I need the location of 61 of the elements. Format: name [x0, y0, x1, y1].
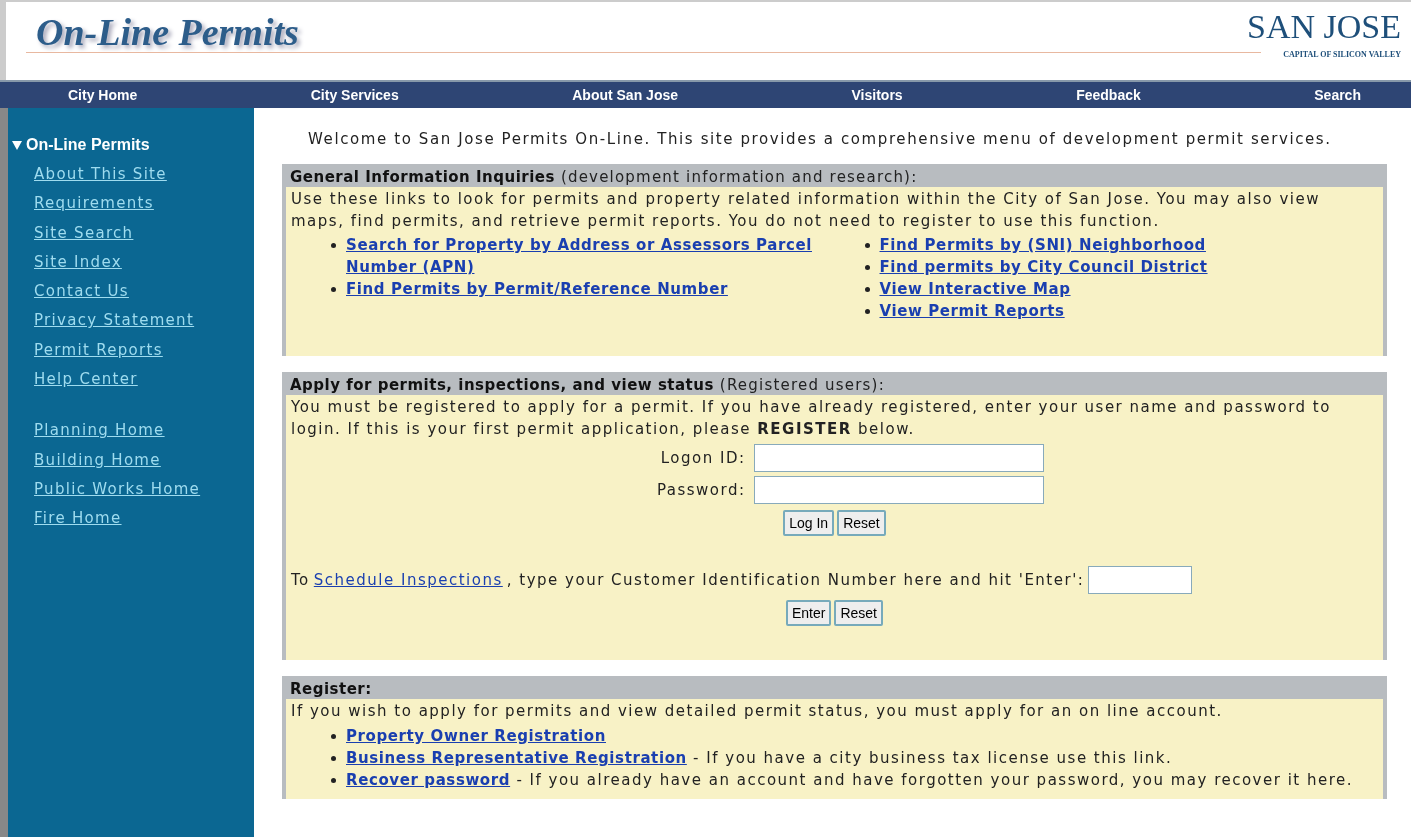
- nav-link[interactable]: About San Jose: [572, 87, 678, 103]
- sidebar-link[interactable]: Contact Us: [34, 277, 129, 307]
- sidebar-link[interactable]: Fire Home: [34, 504, 122, 534]
- sidebar-link[interactable]: Help Center: [34, 365, 138, 395]
- link[interactable]: Find permits by City Council District: [879, 256, 1208, 278]
- page-title: On-Line Permits: [36, 10, 299, 54]
- bullet-icon: [864, 265, 870, 270]
- link-note: - If you have a city business tax license use this link.: [693, 749, 1173, 767]
- sidebar-link[interactable]: Requirements: [34, 189, 154, 219]
- link[interactable]: Find Permits by (SNI) Neighborhood: [879, 234, 1206, 256]
- bullet-icon: [331, 756, 336, 761]
- bullet-icon: [331, 287, 336, 292]
- bullet-icon: [331, 734, 336, 739]
- link[interactable]: Schedule Inspections: [313, 569, 503, 591]
- sidebar-link[interactable]: Planning Home: [34, 416, 165, 446]
- bullet-icon: [331, 778, 336, 783]
- sidebar-link[interactable]: Public Works Home: [34, 474, 201, 505]
- welcome-text: Welcome to San Jose Permits On-Line. This site provides a comprehensive menu of development permit services.: [308, 130, 1333, 148]
- sched-text: To: [291, 570, 310, 591]
- section-description: Use these links to look for permits and property related information within the City of San Jose. You may also view maps, find permits, and retrieve permit reports. You do not need to register to use this function.: [291, 189, 1321, 232]
- logo-tagline: CAPITAL OF SILICON VALLEY: [1283, 50, 1401, 59]
- sidebar-link[interactable]: Site Search: [34, 218, 134, 248]
- sched-text: , type your Customer Identification Number here and hit 'Enter':: [506, 570, 1085, 591]
- sidebar-link[interactable]: Site Index: [34, 247, 122, 278]
- link[interactable]: View Interactive Map: [879, 278, 1071, 300]
- form-button[interactable]: Reset: [837, 510, 886, 536]
- sidebar-link[interactable]: Permit Reports: [34, 335, 163, 366]
- link[interactable]: Property Owner Registration: [346, 727, 606, 745]
- nav-link[interactable]: Visitors: [851, 87, 903, 103]
- link[interactable]: View Permit Reports: [879, 300, 1065, 322]
- bullet-icon: [864, 287, 870, 292]
- form-button[interactable]: Log In: [783, 510, 835, 536]
- bullet-icon: [864, 309, 870, 314]
- input-field[interactable]: [753, 444, 1044, 472]
- nav-link[interactable]: City Services: [310, 87, 399, 103]
- bullet-icon: [331, 243, 336, 248]
- input-field[interactable]: [753, 476, 1044, 504]
- nav-link[interactable]: Feedback: [1076, 87, 1141, 103]
- section-header: Register:: [289, 679, 373, 699]
- sidebar-link[interactable]: Privacy Statement: [34, 306, 195, 336]
- bullet-icon: [864, 243, 870, 248]
- section-header: Apply for permits, inspections, and view status (Registered users):: [289, 375, 886, 395]
- nav-link[interactable]: Search: [1314, 87, 1361, 103]
- sidebar-link[interactable]: About This Site: [34, 160, 167, 190]
- section-header: General Information Inquiries (development information and research):: [289, 167, 919, 187]
- section-description: If you wish to apply for permits and view detailed permit status, you must apply for an on line account.: [291, 701, 1224, 722]
- form-button[interactable]: Reset: [834, 600, 883, 626]
- logo-text: SAN JOSE: [1247, 10, 1401, 44]
- sidebar-link[interactable]: Building Home: [34, 445, 161, 475]
- sidebar-heading[interactable]: On-Line Permits: [26, 136, 150, 154]
- link[interactable]: Find Permits by Permit/Reference Number: [346, 278, 728, 300]
- link[interactable]: Search for Property by Address or Assessors Parcel Number (APN): [346, 234, 845, 278]
- input-field[interactable]: [1088, 566, 1193, 594]
- section-description: You must be registered to apply for a permit. If you have already registered, enter your user name and password to login. If this is your first permit application, please REGISTER below.: [291, 397, 1332, 440]
- form-button[interactable]: Enter: [785, 600, 832, 626]
- link[interactable]: Recover password: [346, 771, 511, 789]
- nav-link[interactable]: City Home: [68, 87, 138, 103]
- field-label: Password:: [655, 480, 746, 501]
- link-note: - If you already have an account and have forgotten your password, you may recover it here.: [516, 771, 1354, 789]
- link[interactable]: Business Representative Registration: [346, 749, 687, 767]
- field-label: Logon ID:: [659, 448, 746, 469]
